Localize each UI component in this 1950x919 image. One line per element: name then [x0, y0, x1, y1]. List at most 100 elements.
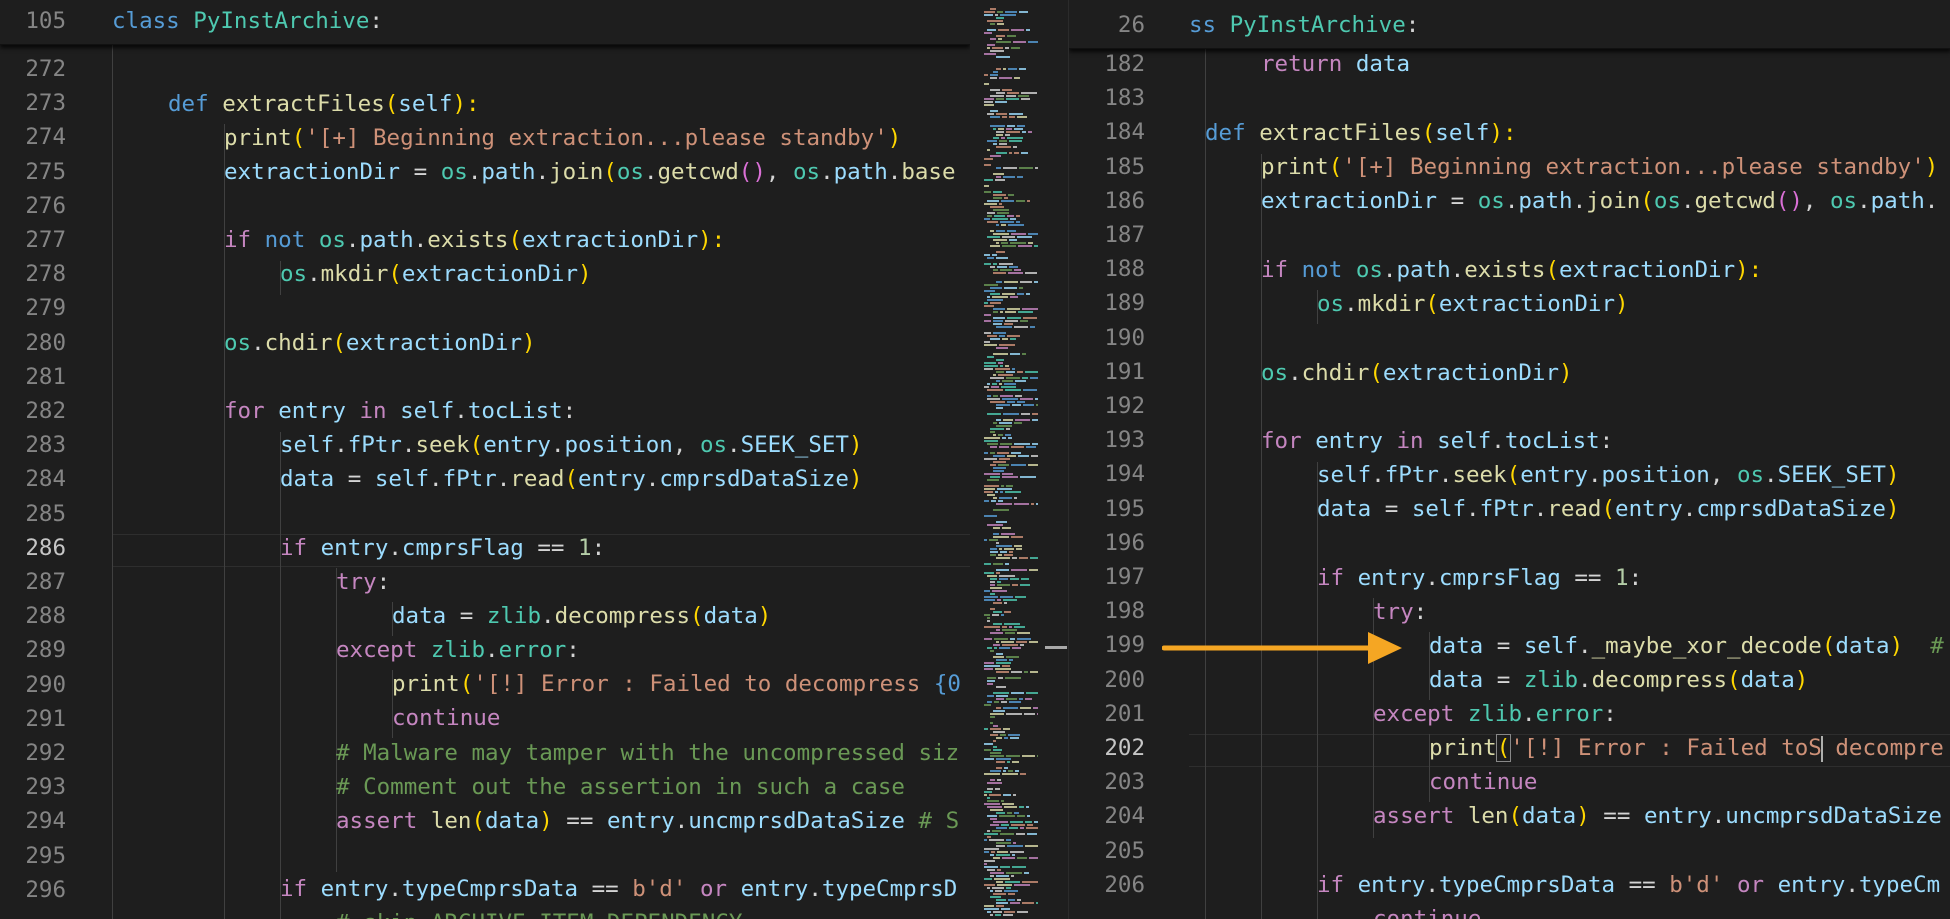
- minimap-line: [990, 464, 996, 466]
- minimap-line: [1007, 761, 1010, 763]
- sticky-scroll-header[interactable]: 105 class PyInstArchive:: [0, 0, 970, 45]
- minimap-line: [990, 206, 1004, 208]
- editor-pane-left[interactable]: 105 class PyInstArchive: 272 273 274 275 276…: [0, 0, 970, 919]
- minimap-line: [993, 821, 1008, 823]
- variable: extractionDir: [224, 159, 401, 185]
- minimap-line: [987, 20, 1003, 22]
- code-line-280[interactable]: os.chdir(extractionDir): [0, 326, 970, 360]
- code-line-288[interactable]: data = zlib.decompress(data): [0, 599, 970, 633]
- minimap-line: [984, 11, 995, 13]
- self: self: [1523, 633, 1579, 659]
- minimap-line: [992, 47, 1003, 49]
- minimap-line: [994, 215, 1005, 217]
- code-line-182[interactable]: return data: [1069, 47, 1950, 81]
- paren: (: [508, 227, 523, 253]
- paren: ): [539, 808, 553, 834]
- function-call: join: [549, 159, 604, 185]
- minimap-line: [1003, 794, 1011, 796]
- code-line-184[interactable]: def extractFiles(self):: [1069, 116, 1950, 150]
- dot: .: [1572, 188, 1587, 214]
- code-line-292[interactable]: # Malware may tamper with the uncompress…: [0, 736, 970, 770]
- paren: (: [1369, 360, 1383, 386]
- code-line-286[interactable]: if entry.cmprsFlag == 1:: [0, 531, 970, 565]
- code-line-278[interactable]: os.mkdir(extractionDir): [0, 257, 970, 291]
- minimap-line: [996, 56, 1010, 58]
- minimap[interactable]: [970, 0, 1068, 919]
- editor-pane-right[interactable]: 26 ss PyInstArchive: 182 183 184 185 186 187 1…: [1068, 0, 1950, 919]
- minimap-line: [989, 539, 998, 541]
- code-line-207[interactable]: continue: [1069, 902, 1950, 919]
- minimap-line: [1009, 116, 1015, 118]
- code-line-275[interactable]: extractionDir = os.path.join(os.getcwd()…: [0, 155, 970, 189]
- code-line-185[interactable]: print('[+] Beginning extraction...please…: [1069, 150, 1950, 184]
- paren: ): [757, 603, 772, 629]
- minimap-line: [984, 908, 999, 910]
- code-line-201[interactable]: except zlib.error:: [1069, 697, 1950, 731]
- code-line-194[interactable]: self.fPtr.seek(entry.position, os.SEEK_S…: [1069, 458, 1950, 492]
- variable: entry: [278, 398, 346, 424]
- code-line-293[interactable]: # Comment out the assertion in such a ca…: [0, 770, 970, 804]
- minimap-line: [987, 47, 990, 49]
- self: self: [1317, 462, 1372, 488]
- code-line-284[interactable]: data = self.fPtr.read(entry.cmprsdDataSi…: [0, 462, 970, 496]
- dot: .: [1450, 257, 1465, 283]
- code-line-197[interactable]: if entry.cmprsFlag == 1:: [1069, 561, 1950, 595]
- minimap-line: [1010, 902, 1020, 904]
- minimap-line: [987, 140, 997, 142]
- attribute: position: [564, 432, 673, 458]
- code-line-193[interactable]: for entry in self.tocList:: [1069, 424, 1950, 458]
- paren: ): [1885, 462, 1900, 488]
- minimap-line: [1007, 455, 1016, 457]
- code-line-273[interactable]: def extractFiles(self):: [0, 87, 970, 121]
- minimap-slider[interactable]: [1045, 646, 1067, 649]
- line-number-row: 295: [0, 839, 970, 873]
- code-line-294[interactable]: assert len(data) == entry.uncmprsdDataSi…: [0, 804, 970, 838]
- minimap-line: [984, 794, 987, 796]
- minimap-line: [990, 914, 993, 916]
- attribute: typeCm: [1858, 872, 1941, 898]
- code-line-189[interactable]: os.mkdir(extractionDir): [1069, 287, 1950, 321]
- code-line-282[interactable]: for entry in self.tocList:: [0, 394, 970, 428]
- minimap-line: [984, 332, 991, 334]
- keyword: return: [1261, 51, 1343, 77]
- sticky-scroll-header[interactable]: 26 ss PyInstArchive:: [1069, 0, 1950, 49]
- minimap-line: [990, 287, 1002, 289]
- paren: ):: [1735, 257, 1763, 283]
- minimap-line: [1017, 638, 1031, 640]
- attribute: path: [1396, 257, 1451, 283]
- code-line-186[interactable]: extractionDir = os.path.join(os.getcwd()…: [1069, 184, 1950, 218]
- code-line-188[interactable]: if not os.path.exists(extractionDir):: [1069, 253, 1950, 287]
- minimap-line: [994, 701, 999, 703]
- code-line-202[interactable]: print('[!] Error : Failed toS decompre: [1069, 731, 1950, 765]
- paren: (: [1425, 291, 1439, 317]
- minimap-line: [1006, 713, 1022, 715]
- minimap-line: [1007, 230, 1016, 232]
- code-line-274[interactable]: print('[+] Beginning extraction...please…: [0, 121, 970, 155]
- minimap-line: [999, 263, 1013, 265]
- code-line-283[interactable]: self.fPtr.seek(entry.position, os.SEEK_S…: [0, 428, 970, 462]
- code-line-206[interactable]: if entry.typeCmprsData == b'd' or entry.…: [1069, 868, 1950, 902]
- code-line-289[interactable]: except zlib.error:: [0, 633, 970, 667]
- minimap-line: [1004, 911, 1015, 913]
- minimap-line: [1002, 803, 1014, 805]
- code-line-198[interactable]: try:: [1069, 595, 1950, 629]
- minimap-line: [1004, 383, 1016, 385]
- code-line-287[interactable]: try:: [0, 565, 970, 599]
- code-line-297[interactable]: # skip ARCHIVE_ITEM_DEPENDENCY: [0, 906, 970, 919]
- code-line-291[interactable]: continue: [0, 701, 970, 735]
- code-line-195[interactable]: data = self.fPtr.read(entry.cmprsdDataSi…: [1069, 492, 1950, 526]
- paren: (: [469, 432, 484, 458]
- code-line-191[interactable]: os.chdir(extractionDir): [1069, 356, 1950, 390]
- minimap-line: [999, 143, 1007, 145]
- minimap-line: [990, 452, 995, 454]
- minimap-line: [993, 467, 1006, 469]
- minimap-line: [1009, 659, 1013, 661]
- code-line-290[interactable]: print('[!] Error : Failed to decompress …: [0, 667, 970, 701]
- keyword: for: [1261, 428, 1302, 454]
- code-line-296[interactable]: if entry.typeCmprsData == b'd' or entry.…: [0, 872, 970, 906]
- dot: .: [388, 876, 402, 902]
- code-line-204[interactable]: assert len(data) == entry.uncmprsdDataSi…: [1069, 799, 1950, 833]
- minimap-line: [987, 782, 1002, 784]
- code-line-277[interactable]: if not os.path.exists(extractionDir):: [0, 223, 970, 257]
- code-line-203[interactable]: continue: [1069, 765, 1950, 799]
